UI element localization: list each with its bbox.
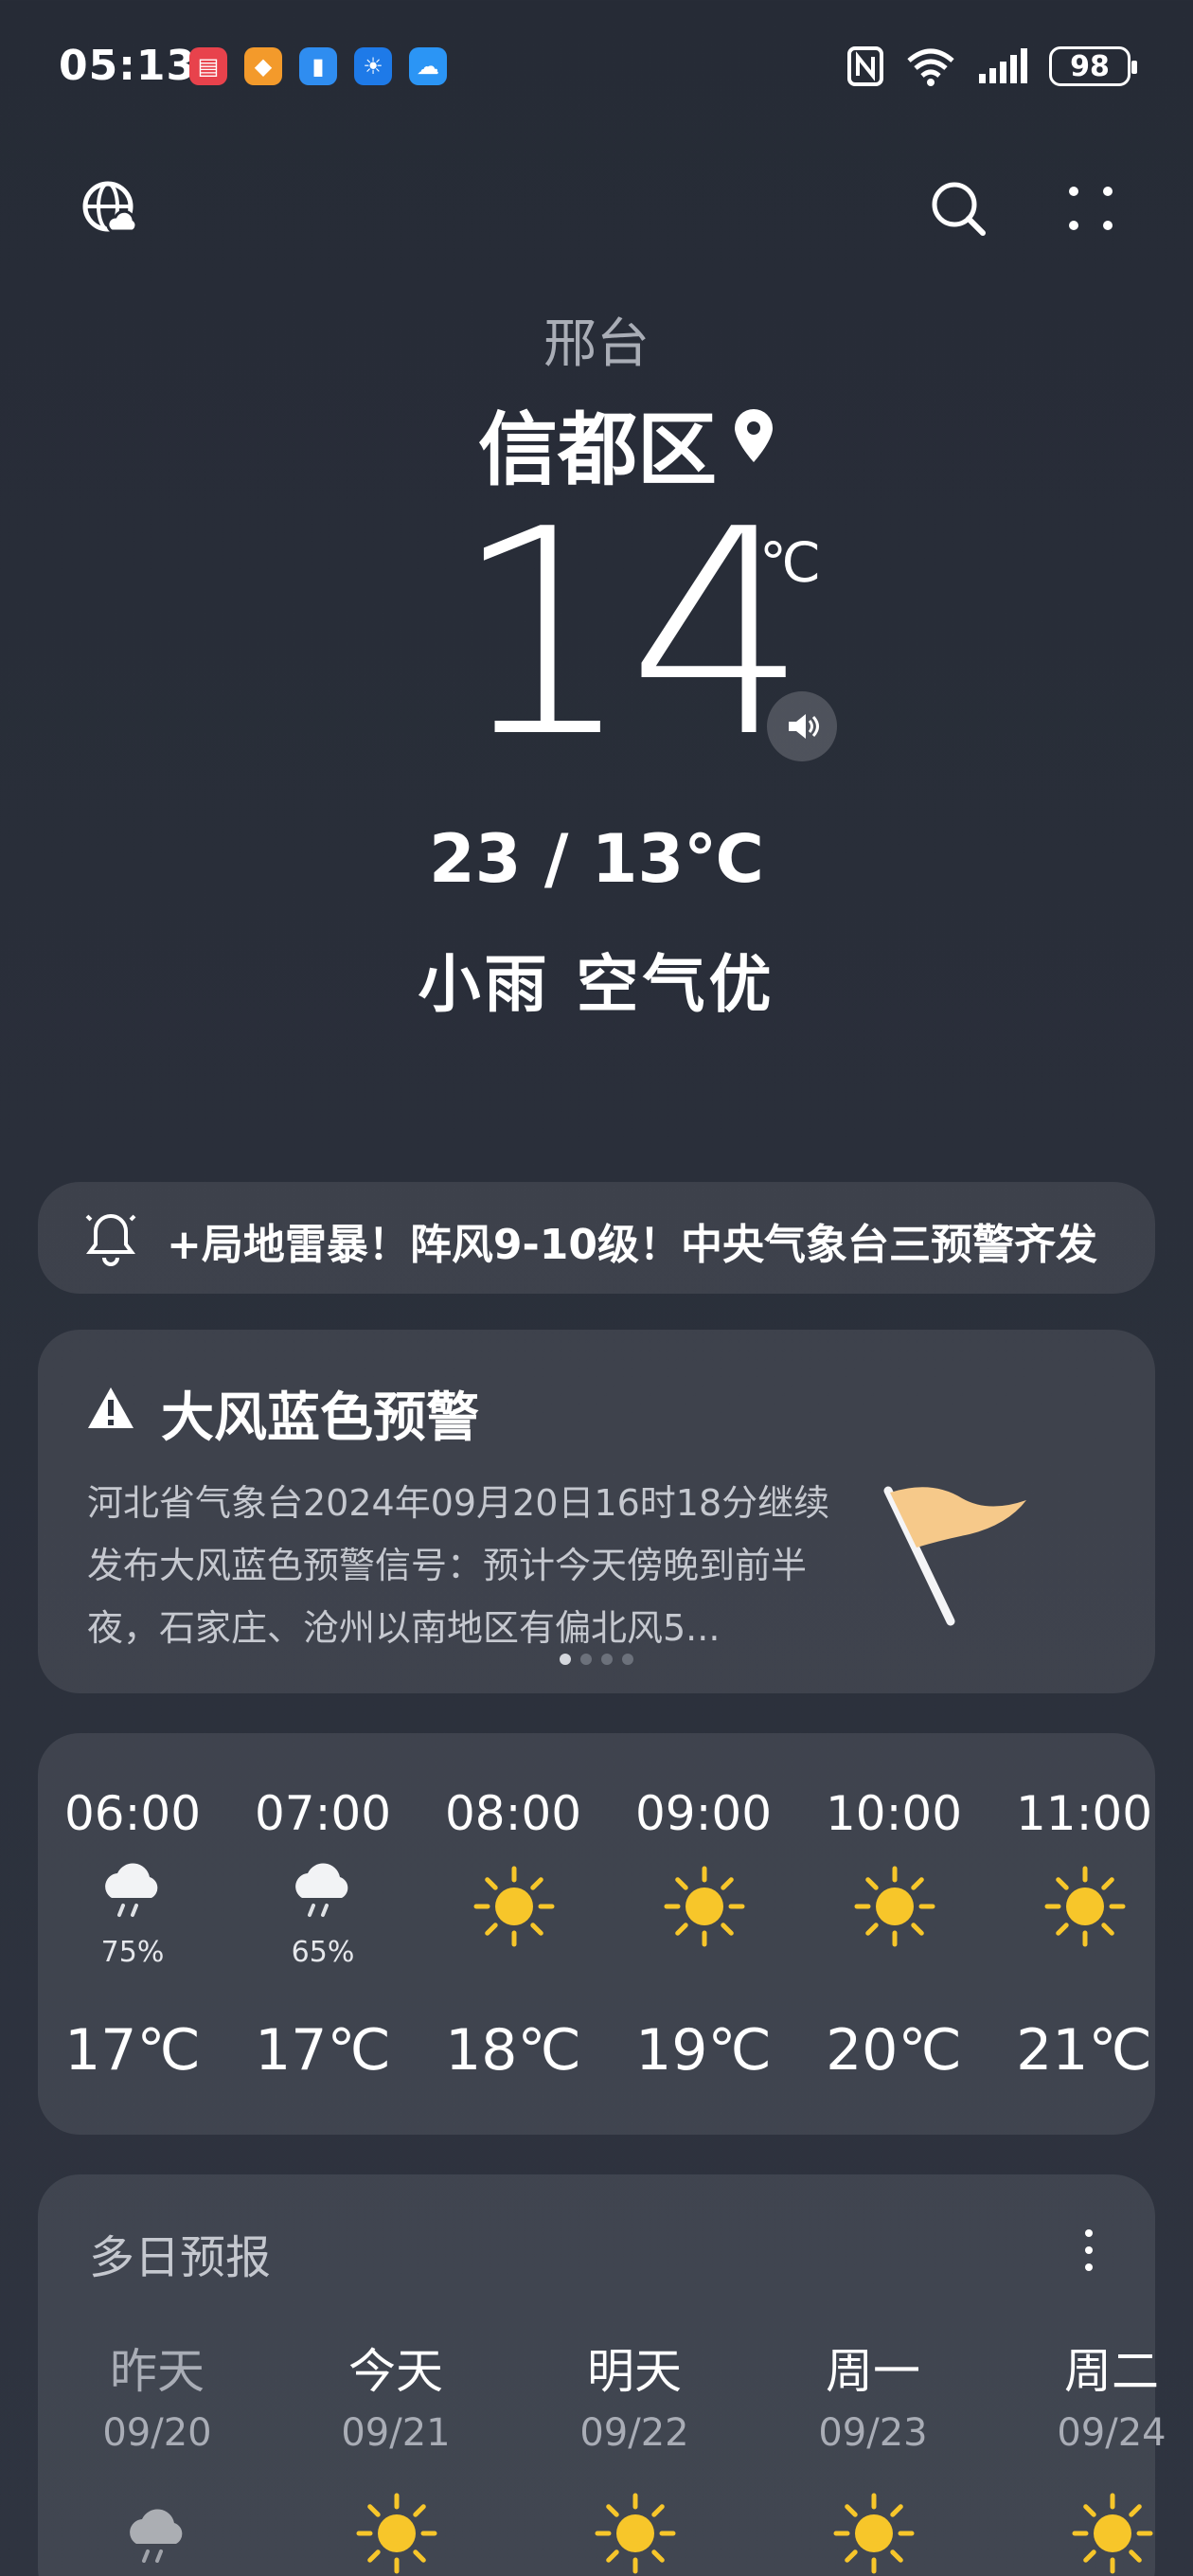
temperature-unit: ℃ — [759, 530, 822, 595]
app-notification-icon: ▤ — [189, 47, 227, 85]
rain-cloud-icon — [116, 2491, 201, 2576]
warning-triangle-icon — [88, 1387, 134, 1428]
wifi-icon — [907, 48, 954, 86]
hourly-time: 10:00 — [825, 1786, 963, 1841]
day-date: 09/24 — [1057, 2411, 1166, 2455]
warning-title: 大风蓝色预警 — [161, 1387, 479, 1449]
precipitation-probability: 75% — [100, 1936, 165, 1969]
day-date: 09/22 — [579, 2411, 689, 2455]
news-ticker[interactable]: +局地雷暴！阵风9-10级！中央气象台三预警齐发 — [38, 1182, 1155, 1294]
cloud-app-icon: ☁ — [409, 47, 447, 85]
signal-icon — [979, 48, 1027, 83]
current-temperature: 14 — [453, 469, 809, 799]
speaker-icon — [789, 714, 819, 739]
news-ticker-text: +局地雷暴！阵风9-10级！中央气象台三预警齐发 — [167, 1221, 1097, 1269]
globe-cloud-icon[interactable] — [80, 178, 140, 239]
pagination-dot — [560, 1654, 571, 1665]
hourly-time: 08:00 — [444, 1786, 582, 1841]
day-name: 周二 — [1064, 2344, 1159, 2399]
sun-icon — [1070, 2491, 1155, 2576]
rain-cloud-icon — [281, 1845, 366, 1930]
status-indicators: 98 — [846, 45, 1137, 87]
pagination-dot — [580, 1654, 592, 1665]
speaker-button[interactable] — [767, 691, 837, 761]
search-icon[interactable] — [928, 178, 988, 239]
notification-icons: ▤ ◆ ▮ ☀ ☁ — [189, 47, 447, 85]
day-name: 今天 — [348, 2344, 443, 2399]
city-name: 邢台 — [543, 313, 650, 375]
hourly-time: 07:00 — [254, 1786, 392, 1841]
day-date: 09/21 — [341, 2411, 451, 2455]
location-pin-icon — [735, 409, 773, 462]
day-name: 明天 — [587, 2344, 682, 2399]
precipitation-probability: 65% — [291, 1936, 355, 1969]
app-notification-icon: ▮ — [299, 47, 337, 85]
sun-icon — [852, 1864, 937, 1949]
hourly-temperature: 20℃ — [826, 2017, 962, 2084]
day-date: 09/20 — [102, 2411, 212, 2455]
hourly-time: 11:00 — [1015, 1786, 1153, 1841]
hourly-time: 06:00 — [63, 1786, 202, 1841]
more-options-icon[interactable] — [1060, 178, 1121, 239]
hourly-temperature: 18℃ — [445, 2017, 581, 2084]
weather-condition: 小雨 空气优 — [418, 948, 775, 1021]
alert-bell-icon — [85, 1213, 136, 1266]
rain-cloud-icon — [91, 1845, 176, 1930]
battery-indicator: 98 — [1049, 46, 1137, 86]
sun-icon — [662, 1864, 747, 1949]
sun-icon — [593, 2491, 678, 2576]
daily-forecast[interactable]: 多日预报 昨天 09/20 今天 09/21 明天 09/22 周一 09/23 周二 09/2… — [38, 2174, 1166, 2576]
daily-more-icon[interactable] — [1070, 2222, 1108, 2279]
pagination-dot — [601, 1654, 613, 1665]
sun-icon — [354, 2491, 439, 2576]
hourly-forecast[interactable]: 06:00 75% 17℃ 07:00 65% 17℃ 08:00 18℃ 09:00 19℃… — [38, 1733, 1155, 2135]
wind-flag-icon — [883, 1486, 1026, 1626]
day-name: 昨天 — [110, 2344, 205, 2399]
sun-icon — [472, 1864, 557, 1949]
hourly-temperature: 17℃ — [64, 2017, 201, 2084]
day-name: 周一 — [826, 2344, 920, 2399]
high-low-temperature: 23 / 13℃ — [429, 820, 764, 898]
day-date: 09/23 — [818, 2411, 928, 2455]
pagination-dot — [622, 1654, 633, 1665]
daily-forecast-title: 多日预报 — [89, 2231, 272, 2284]
sun-icon — [1042, 1864, 1128, 1949]
warning-card[interactable]: 大风蓝色预警 河北省气象台2024年09月20日16时18分继续发布大风蓝色预警… — [38, 1330, 1155, 1693]
warning-pagination — [38, 1654, 1155, 1665]
nfc-icon — [847, 46, 883, 86]
warning-description: 河北省气象台2024年09月20日16时18分继续发布大风蓝色预警信号：预计今天… — [87, 1482, 830, 1649]
hourly-temperature: 19℃ — [635, 2017, 772, 2084]
hourly-temperature: 17℃ — [255, 2017, 391, 2084]
sun-icon — [831, 2491, 917, 2576]
hourly-temperature: 21℃ — [1016, 2017, 1152, 2084]
status-time: 05:13 — [59, 42, 197, 90]
app-notification-icon: ◆ — [244, 47, 282, 85]
weather-app-icon: ☀ — [354, 47, 392, 85]
hourly-time: 09:00 — [634, 1786, 773, 1841]
